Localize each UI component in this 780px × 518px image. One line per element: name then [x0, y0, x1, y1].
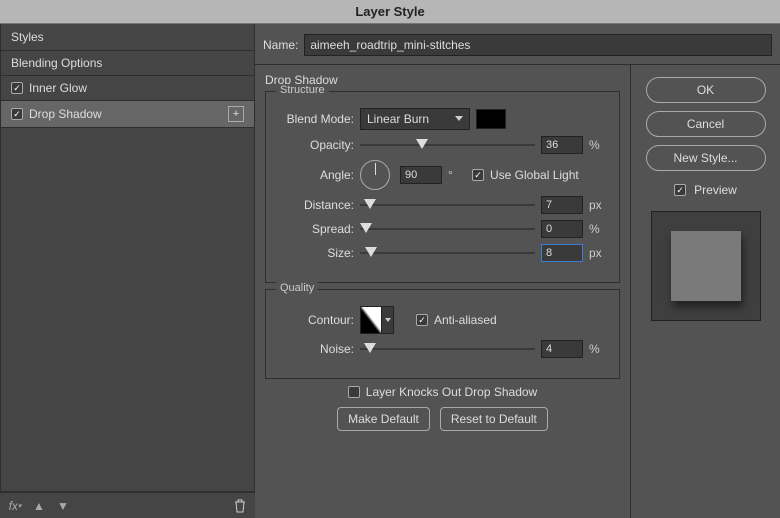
knockout-checkbox[interactable] — [348, 386, 360, 398]
checkbox-icon[interactable] — [11, 82, 23, 94]
settings-panel: Drop Shadow Structure Blend Mode: Linear… — [255, 65, 630, 518]
noise-unit: % — [589, 342, 607, 356]
angle-dial[interactable] — [360, 160, 390, 190]
spread-input[interactable] — [541, 220, 583, 238]
styles-footer: fx▾ ▲ ▼ — [0, 492, 255, 518]
style-item-inner-glow[interactable]: Inner Glow — [1, 76, 254, 101]
reset-default-button[interactable]: Reset to Default — [440, 407, 548, 431]
global-light-label: Use Global Light — [490, 168, 579, 182]
noise-slider[interactable] — [360, 341, 535, 357]
make-default-button[interactable]: Make Default — [337, 407, 430, 431]
angle-unit: ° — [448, 168, 466, 182]
contour-label: Contour: — [278, 313, 354, 327]
move-up-icon[interactable]: ▲ — [32, 499, 46, 513]
size-slider[interactable] — [360, 245, 535, 261]
distance-unit: px — [589, 198, 607, 212]
distance-input[interactable] — [541, 196, 583, 214]
trash-icon[interactable] — [233, 499, 247, 513]
name-input[interactable] — [304, 34, 772, 56]
move-down-icon[interactable]: ▼ — [56, 499, 70, 513]
distance-label: Distance: — [278, 198, 354, 212]
style-item-blending-options[interactable]: Blending Options — [1, 51, 254, 76]
size-label: Size: — [278, 246, 354, 260]
antialiased-label: Anti-aliased — [434, 313, 497, 327]
checkbox-icon[interactable] — [11, 108, 23, 120]
shadow-color-swatch[interactable] — [476, 109, 506, 129]
spread-label: Spread: — [278, 222, 354, 236]
blend-mode-label: Blend Mode: — [278, 112, 354, 126]
window-title: Layer Style — [0, 0, 780, 24]
opacity-label: Opacity: — [278, 138, 354, 152]
contour-picker[interactable] — [360, 306, 394, 334]
preview-thumbnail — [651, 211, 761, 321]
style-item-label: Inner Glow — [29, 81, 87, 95]
angle-input[interactable] — [400, 166, 442, 184]
add-effect-icon[interactable]: + — [228, 106, 244, 122]
structure-legend: Structure — [276, 84, 329, 96]
new-style-button[interactable]: New Style... — [646, 145, 766, 171]
left-column: Styles Blending Options Inner Glow Drop … — [0, 24, 255, 518]
opacity-unit: % — [589, 138, 607, 152]
angle-label: Angle: — [278, 168, 354, 182]
style-item-label: Drop Shadow — [29, 107, 102, 121]
ok-button[interactable]: OK — [646, 77, 766, 103]
structure-group: Structure Blend Mode: Linear Burn Opacit… — [265, 91, 620, 283]
noise-label: Noise: — [278, 342, 354, 356]
name-label: Name: — [263, 38, 298, 52]
quality-legend: Quality — [276, 282, 318, 294]
noise-input[interactable] — [541, 340, 583, 358]
preview-label: Preview — [694, 183, 737, 197]
cancel-button[interactable]: Cancel — [646, 111, 766, 137]
antialiased-checkbox[interactable] — [416, 314, 428, 326]
fx-icon[interactable]: fx▾ — [8, 499, 22, 513]
style-item-label: Blending Options — [11, 56, 102, 70]
style-item-drop-shadow[interactable]: Drop Shadow + — [1, 101, 254, 128]
preview-checkbox[interactable] — [674, 184, 686, 196]
blend-mode-select[interactable]: Linear Burn — [360, 108, 470, 130]
right-column: OK Cancel New Style... Preview — [630, 65, 780, 518]
styles-header[interactable]: Styles — [1, 24, 254, 51]
styles-list: Styles Blending Options Inner Glow Drop … — [0, 24, 255, 492]
quality-group: Quality Contour: Anti-aliased Noise: % — [265, 289, 620, 379]
spread-slider[interactable] — [360, 221, 535, 237]
spread-unit: % — [589, 222, 607, 236]
distance-slider[interactable] — [360, 197, 535, 213]
global-light-checkbox[interactable] — [472, 169, 484, 181]
opacity-input[interactable] — [541, 136, 583, 154]
name-bar: Name: — [255, 24, 780, 65]
opacity-slider[interactable] — [360, 137, 535, 153]
size-unit: px — [589, 246, 607, 260]
size-input[interactable] — [541, 244, 583, 262]
knockout-label: Layer Knocks Out Drop Shadow — [366, 385, 537, 399]
